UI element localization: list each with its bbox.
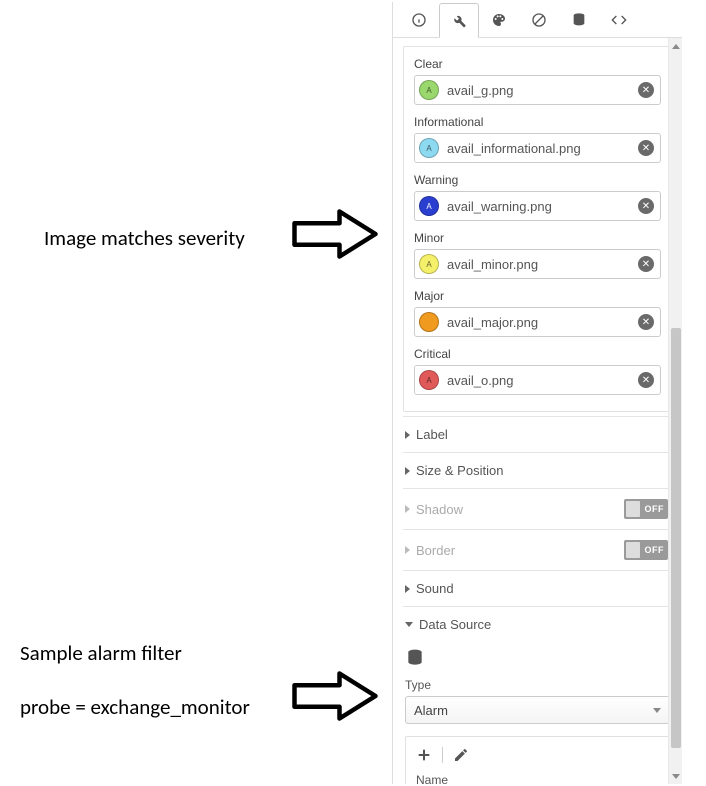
- accordion-size-position[interactable]: Size & Position: [403, 452, 672, 488]
- tab-code[interactable]: [599, 2, 639, 37]
- scroll-up-icon[interactable]: [671, 41, 681, 51]
- severity-row[interactable]: A avail_g.png ✕: [414, 75, 661, 105]
- caret-right-icon: [405, 505, 410, 513]
- severity-file: avail_informational.png: [447, 141, 638, 156]
- clear-icon[interactable]: ✕: [638, 140, 654, 156]
- toggle-off[interactable]: OFF: [624, 540, 668, 560]
- swatch-icon: [419, 312, 439, 332]
- type-value: Alarm: [414, 703, 448, 718]
- tab-info[interactable]: [399, 2, 439, 37]
- type-label: Type: [405, 678, 670, 692]
- clear-icon[interactable]: ✕: [638, 198, 654, 214]
- accordion-sound[interactable]: Sound: [403, 570, 672, 606]
- severity-label: Clear: [414, 57, 661, 71]
- toggle-label: OFF: [645, 545, 665, 555]
- severity-label: Critical: [414, 347, 661, 361]
- accordion-title: Border: [416, 543, 455, 558]
- pencil-icon[interactable]: [453, 747, 469, 763]
- accordion-data-source[interactable]: Data Source: [403, 606, 672, 642]
- accordion-title: Label: [416, 427, 448, 442]
- severity-row[interactable]: A avail_informational.png ✕: [414, 133, 661, 163]
- caret-right-icon: [405, 546, 410, 554]
- scroll-down-icon[interactable]: [671, 771, 681, 781]
- divider: [442, 747, 443, 763]
- severity-label: Informational: [414, 115, 661, 129]
- properties-panel: Clear A avail_g.png ✕ Informational A av…: [392, 2, 682, 784]
- annotation-top: Image matches severity: [44, 225, 245, 251]
- tab-palette[interactable]: [479, 2, 519, 37]
- type-select[interactable]: Alarm: [405, 696, 670, 724]
- severity-label: Warning: [414, 173, 661, 187]
- tab-bar: [393, 2, 682, 38]
- accordion-title: Size & Position: [416, 463, 503, 478]
- accordion-title: Shadow: [416, 502, 463, 517]
- severity-label: Minor: [414, 231, 661, 245]
- severity-row[interactable]: A avail_minor.png ✕: [414, 249, 661, 279]
- severity-label: Major: [414, 289, 661, 303]
- caret-down-icon: [405, 622, 413, 627]
- database-icon: [405, 648, 425, 668]
- severity-file: avail_minor.png: [447, 257, 638, 272]
- annotation-bottom-1: Sample alarm filter: [20, 640, 182, 666]
- caret-right-icon: [405, 585, 410, 593]
- swatch-icon: A: [419, 196, 439, 216]
- caret-right-icon: [405, 431, 410, 439]
- swatch-icon: A: [419, 80, 439, 100]
- severity-row[interactable]: A avail_o.png ✕: [414, 365, 661, 395]
- arrow-icon: [290, 207, 380, 261]
- severity-file: avail_g.png: [447, 83, 638, 98]
- swatch-icon: A: [419, 370, 439, 390]
- clear-icon[interactable]: ✕: [638, 372, 654, 388]
- severity-card: Clear A avail_g.png ✕ Informational A av…: [403, 46, 672, 412]
- tab-wrench[interactable]: [439, 3, 479, 38]
- accordion-title: Data Source: [419, 617, 491, 632]
- data-source-body: Type Alarm Name exchange: [403, 642, 672, 784]
- clear-icon[interactable]: ✕: [638, 256, 654, 272]
- scrollbar[interactable]: [668, 38, 682, 784]
- filter-card: Name exchange: [405, 736, 670, 784]
- severity-file: avail_major.png: [447, 315, 638, 330]
- severity-row[interactable]: A avail_warning.png ✕: [414, 191, 661, 221]
- severity-file: avail_o.png: [447, 373, 638, 388]
- swatch-icon: A: [419, 254, 439, 274]
- tab-block[interactable]: [519, 2, 559, 37]
- toggle-off[interactable]: OFF: [624, 499, 668, 519]
- clear-icon[interactable]: ✕: [638, 82, 654, 98]
- accordion-label[interactable]: Label: [403, 416, 672, 452]
- filter-toolbar: [416, 747, 659, 763]
- name-label: Name: [416, 773, 659, 784]
- caret-right-icon: [405, 467, 410, 475]
- severity-file: avail_warning.png: [447, 199, 638, 214]
- accordion-shadow[interactable]: Shadow OFF: [403, 488, 672, 529]
- severity-row[interactable]: avail_major.png ✕: [414, 307, 661, 337]
- plus-icon[interactable]: [416, 747, 432, 763]
- chevron-down-icon: [653, 708, 661, 713]
- clear-icon[interactable]: ✕: [638, 314, 654, 330]
- toggle-label: OFF: [645, 504, 665, 514]
- accordion-title: Sound: [416, 581, 454, 596]
- swatch-icon: A: [419, 138, 439, 158]
- annotation-bottom-2: probe = exchange_monitor: [20, 694, 250, 720]
- arrow-icon: [290, 669, 380, 723]
- accordion-border[interactable]: Border OFF: [403, 529, 672, 570]
- scroll-thumb[interactable]: [671, 328, 681, 748]
- tab-database[interactable]: [559, 2, 599, 37]
